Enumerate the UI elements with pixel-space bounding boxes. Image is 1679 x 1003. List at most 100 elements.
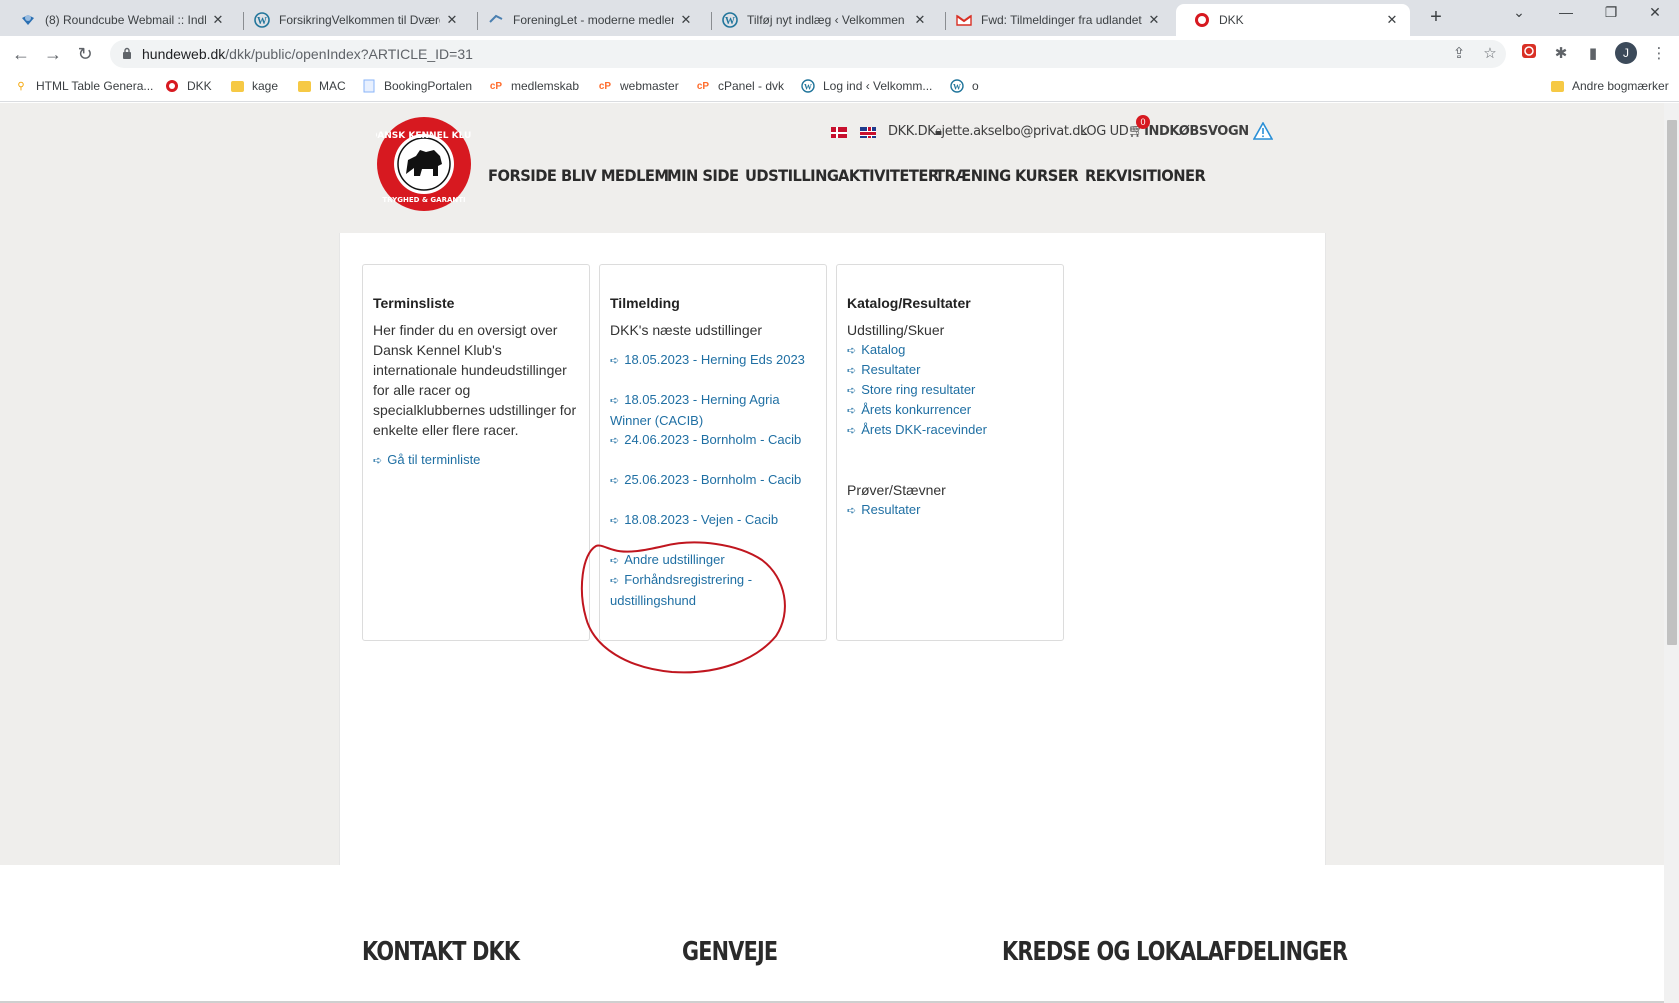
share-icon[interactable]: ⇪ [1448, 43, 1470, 65]
footer-heading-genveje: GENVEJE [682, 937, 778, 967]
nav-bliv-medlem[interactable]: BLIV MEDLEM [561, 166, 669, 185]
tab-roundcube[interactable]: (8) Roundcube Webmail :: Indbakke ✕ [2, 4, 236, 36]
card-katalog-resultater: Katalog/Resultater Udstilling/Skuer ➪ Kat… [836, 264, 1064, 641]
roundcube-icon [20, 12, 36, 28]
folder-icon [297, 79, 311, 93]
browser-toolbar: ← → ↻ hundeweb.dk/dkk/public/openIndex?A… [0, 36, 1679, 72]
bookmark-bookingportalen[interactable]: BookingPortalen [362, 79, 472, 93]
english-flag-icon[interactable] [860, 127, 876, 138]
bookmarks-bar: ⚲ HTML Table Genera... DKK kage MAC Booki… [0, 72, 1679, 102]
link-show-herning-eds[interactable]: ➪ 18.05.2023 - Herning Eds 2023 [610, 350, 810, 371]
bookmark-folder-kage[interactable]: kage [230, 79, 278, 93]
dkk-logo[interactable]: DANSK KENNEL KLUB TRYGHED & GARANTI [376, 116, 472, 212]
card-terminsliste: Terminsliste Her finder du en oversigt o… [362, 264, 590, 641]
link-proever-resultater[interactable]: ➪ Resultater [847, 500, 1047, 521]
link-show-vejen[interactable]: ➪ 18.08.2023 - Vejen - Cacib [610, 510, 810, 531]
warning-icon[interactable] [1253, 122, 1273, 140]
other-bookmarks[interactable]: Andre bogmærker [1550, 79, 1669, 93]
profile-avatar[interactable]: J [1615, 42, 1637, 64]
bookmark-log-ind[interactable]: W Log ind ‹ Velkomm... [801, 79, 932, 93]
link-show-herning-agria[interactable]: ➪ 18.05.2023 - Herning Agria Winner (CACI… [610, 390, 810, 431]
nav-min-side[interactable]: MIN SIDE [667, 166, 739, 185]
bookmark-o[interactable]: Wo [950, 79, 979, 93]
footer-heading-kredse: KREDSE OG LOKALAFDELINGER [1002, 937, 1348, 967]
reload-button[interactable]: ↻ [73, 42, 97, 66]
user-email[interactable]: 🔒︎jette.akselbo@privat.dk [935, 124, 1088, 139]
wordpress-icon: W [722, 12, 738, 28]
arrow-right-icon: ➪ [610, 555, 620, 567]
link-forhaandsregistrering[interactable]: ➪ Forhåndsregistrering - udstillingshund [610, 570, 810, 611]
link-resultater[interactable]: ➪ Resultater [847, 360, 1047, 381]
nav-rekvisitioner[interactable]: REKVISITIONER [1085, 166, 1206, 185]
tab-dkk[interactable]: DKK ✕ [1176, 4, 1410, 36]
bookmark-dkk[interactable]: DKK [165, 79, 212, 93]
tab-forsikring[interactable]: W ForsikringVelkommen til Dværgschnauzer… [236, 4, 470, 36]
tab-search-icon[interactable]: ⌄ [1505, 4, 1533, 21]
arrow-right-icon: ➪ [610, 515, 620, 527]
extension-red-icon[interactable] [1518, 43, 1540, 65]
arrow-right-icon: ➪ [373, 455, 383, 467]
svg-text:W: W [953, 83, 961, 92]
nav-udstilling[interactable]: UDSTILLING [745, 166, 839, 185]
tab-tilfoej-indlaeg[interactable]: W Tilføj nyt indlæg ‹ Velkommen til ✕ [704, 4, 938, 36]
link-aarets-konkurrencer[interactable]: ➪ Årets konkurrencer [847, 400, 1047, 421]
nav-kurser[interactable]: KURSER [1015, 166, 1079, 185]
wordpress-icon: W [801, 79, 815, 93]
logo-text-top: DANSK KENNEL KLUB [376, 131, 472, 141]
footer-heading-kontakt: KONTAKT DKK [362, 937, 520, 967]
link-show-bornholm-25[interactable]: ➪ 25.06.2023 - Bornholm - Cacib [610, 470, 810, 491]
link-andre-udstillinger[interactable]: ➪ Andre udstillinger [610, 550, 810, 571]
link-show-bornholm-24[interactable]: ➪ 24.06.2023 - Bornholm - Cacib [610, 430, 810, 451]
arrow-right-icon: ➪ [847, 385, 857, 397]
new-tab-button[interactable]: + [1424, 6, 1448, 30]
menu-kebab-icon[interactable]: ⋮ [1648, 43, 1670, 65]
folder-icon [230, 79, 244, 93]
dkk-icon [165, 79, 179, 93]
bookmark-medlemskab[interactable]: cP medlemskab [489, 79, 579, 93]
address-bar[interactable]: hundeweb.dk/dkk/public/openIndex?ARTICLE… [110, 40, 1506, 68]
restore-button[interactable]: ❐ [1597, 4, 1625, 21]
danish-flag-icon[interactable] [831, 127, 847, 138]
back-button[interactable]: ← [9, 42, 33, 66]
tab-gmail[interactable]: Fwd: Tilmeldinger fra udlandet - ✕ [938, 4, 1172, 36]
bookmark-html-table[interactable]: ⚲ HTML Table Genera... [14, 79, 153, 93]
close-icon[interactable]: ✕ [912, 12, 928, 28]
gmail-icon [956, 12, 972, 28]
close-icon[interactable]: ✕ [678, 12, 694, 28]
wordpress-icon: W [254, 12, 270, 28]
close-window-button[interactable]: ✕ [1641, 4, 1669, 21]
nav-forside[interactable]: FORSIDE [488, 166, 557, 185]
close-icon[interactable]: ✕ [1146, 12, 1162, 28]
card-title: Tilmelding [610, 295, 680, 311]
close-icon[interactable]: ✕ [210, 12, 226, 28]
bookmark-cpanel-dvk[interactable]: cP cPanel - dvk [696, 79, 784, 93]
link-store-ring-resultater[interactable]: ➪ Store ring resultater [847, 380, 1047, 401]
arrow-right-icon: ➪ [610, 395, 620, 407]
close-icon[interactable]: ✕ [444, 12, 460, 28]
bookmark-webmaster[interactable]: cP webmaster [598, 79, 679, 93]
link-terminliste[interactable]: ➪ Gå til terminliste [373, 450, 573, 471]
cpanel-icon: cP [598, 80, 612, 92]
link-katalog[interactable]: ➪ Katalog [847, 340, 1047, 361]
arrow-right-icon: ➪ [610, 435, 620, 447]
arrow-right-icon: ➪ [847, 425, 857, 437]
extensions-puzzle-icon[interactable]: ✱ [1550, 43, 1572, 65]
side-panel-icon[interactable]: ▮ [1582, 43, 1604, 65]
close-icon[interactable]: ✕ [1384, 12, 1400, 28]
card-body-text: Her finder du en oversigt over Dansk Ken… [373, 322, 577, 438]
bookmark-folder-mac[interactable]: MAC [297, 79, 346, 93]
logout-link[interactable]: LOG UD [1080, 124, 1129, 139]
nav-traening[interactable]: TRÆNING [935, 166, 1011, 185]
card-title: Terminsliste [373, 295, 455, 311]
link-aarets-racevinder[interactable]: ➪ Årets DKK-racevinder [847, 420, 1047, 441]
forward-button[interactable]: → [41, 42, 65, 66]
dkk-dk-link[interactable]: DKK.DK [888, 124, 936, 139]
tab-foreninglet[interactable]: ForeningLet - moderne medlemssystem ✕ [470, 4, 704, 36]
logo-text-bottom: TRYGHED & GARANTI [382, 196, 465, 204]
card-subtitle: DKK's næste udstillinger [610, 322, 763, 338]
bookmark-star-icon[interactable]: ☆ [1479, 43, 1501, 65]
scrollbar-thumb[interactable] [1667, 120, 1677, 645]
svg-text:W: W [725, 16, 735, 27]
nav-aktiviteter[interactable]: AKTIVITETER [838, 166, 939, 185]
minimize-button[interactable]: — [1552, 4, 1580, 20]
